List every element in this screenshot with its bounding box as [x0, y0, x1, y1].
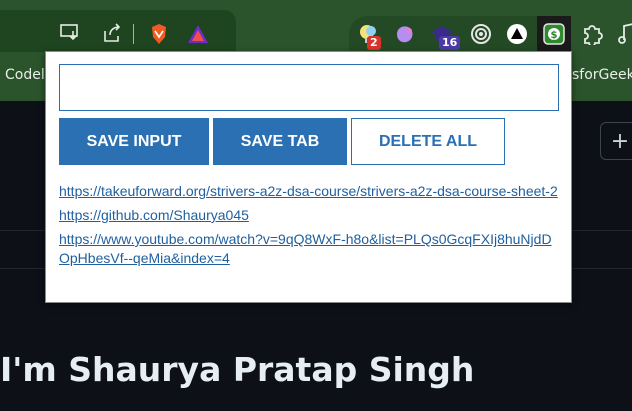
graduation-hat-badge: 16	[439, 36, 461, 50]
svg-text:$: $	[551, 30, 558, 41]
dollar-extension-icon: $	[542, 22, 566, 46]
saved-lead-link[interactable]: https://takeuforward.org/strivers-a2z-ds…	[59, 183, 558, 199]
purple-blob-extension-icon[interactable]	[393, 22, 417, 46]
brave-rewards-icon[interactable]	[186, 22, 210, 46]
extension-popup: SAVE INPUT SAVE TAB DELETE ALL https://t…	[45, 51, 572, 303]
saved-lead-link[interactable]: https://github.com/Shaurya045	[59, 207, 249, 223]
browser-toolbar: 2 16 $	[0, 0, 632, 52]
list-item: https://www.youtube.com/watch?v=9qQ8WxF-…	[59, 229, 559, 267]
extensions-puzzle-icon[interactable]	[580, 22, 604, 46]
delete-all-button[interactable]: DELETE ALL	[351, 118, 505, 165]
active-extension-button[interactable]: $	[537, 16, 571, 52]
share-icon[interactable]	[100, 22, 124, 44]
page-headline: I'm Shaurya Pratap Singh	[0, 350, 475, 389]
list-item: https://takeuforward.org/strivers-a2z-ds…	[59, 181, 559, 200]
media-music-icon[interactable]	[616, 22, 632, 46]
save-input-button[interactable]: SAVE INPUT	[59, 118, 209, 165]
toolbar-separator	[133, 24, 134, 44]
saved-leads-list: https://takeuforward.org/strivers-a2z-ds…	[59, 181, 559, 272]
install-app-icon[interactable]	[58, 22, 82, 42]
lightbulb-badge: 2	[367, 36, 381, 50]
new-button[interactable]: +	[600, 122, 632, 160]
list-item: https://github.com/Shaurya045	[59, 205, 559, 224]
save-tab-button[interactable]: SAVE TAB	[213, 118, 347, 165]
bookmark-left[interactable]: Codel	[5, 67, 45, 83]
brave-shields-icon[interactable]	[147, 22, 171, 46]
extensions-group: 2 16	[349, 16, 541, 52]
target-extension-icon[interactable]	[469, 22, 493, 46]
bookmark-right[interactable]: sforGeek	[572, 67, 632, 83]
lead-input[interactable]	[59, 64, 559, 111]
triangle-extension-icon[interactable]	[505, 22, 529, 46]
saved-lead-link[interactable]: https://www.youtube.com/watch?v=9qQ8WxF-…	[59, 231, 552, 266]
